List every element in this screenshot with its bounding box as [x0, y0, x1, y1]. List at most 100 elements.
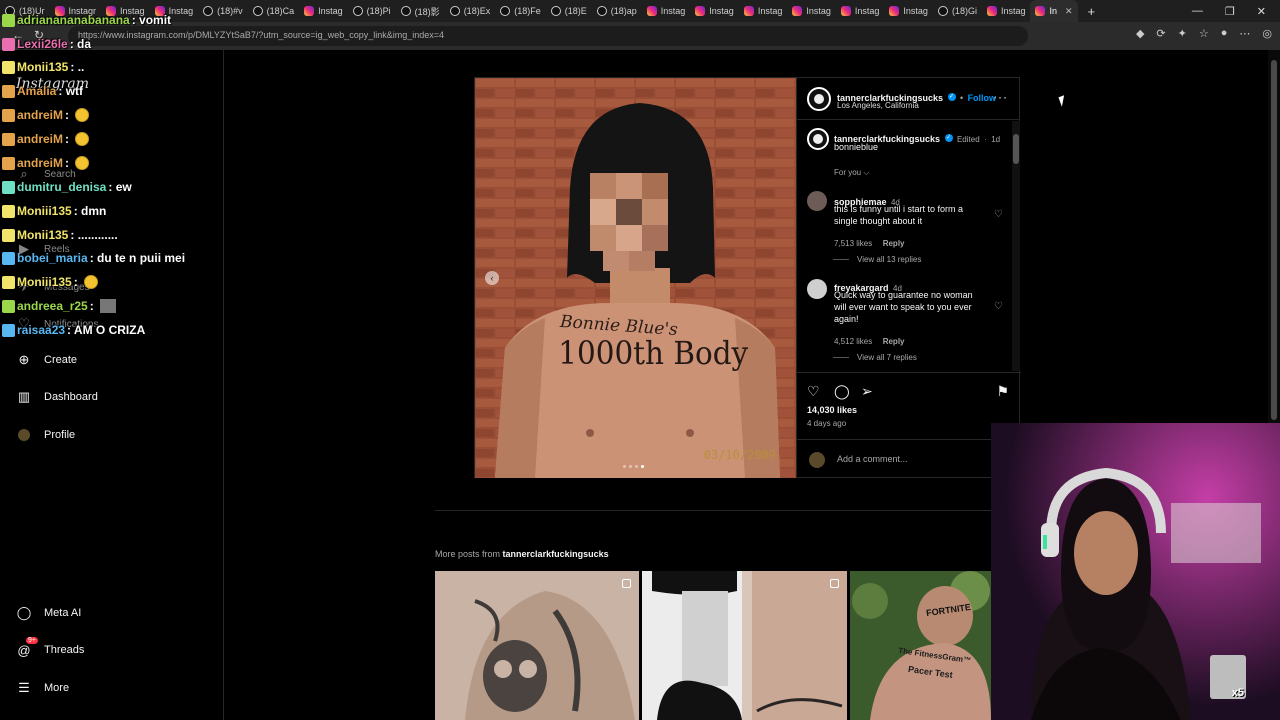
tab-label: (18)#v	[217, 6, 243, 16]
maximize-icon[interactable]: ❐	[1225, 5, 1235, 18]
nav-dashboard[interactable]: ▥ Dashboard	[16, 389, 98, 405]
more-posts-username[interactable]: tannerclarkfuckingsucks	[503, 549, 609, 559]
nav-profile[interactable]: Profile	[16, 427, 75, 443]
new-tab-icon[interactable]: +	[1078, 4, 1106, 19]
chat-username[interactable]: Monii135	[17, 60, 68, 74]
chat-username[interactable]: adrianananabanana	[17, 13, 130, 27]
browser-tab[interactable]: (18)Ex	[445, 0, 496, 22]
browser-tab[interactable]: (18)影	[396, 0, 445, 22]
nav-create[interactable]: ⊕ Create	[16, 352, 77, 368]
post-actions: ♡ ◯ ➢ ⚑ 14,030 likes 4 days ago Add a co…	[797, 372, 1021, 478]
browser-tab[interactable]: Instag	[642, 0, 691, 22]
author-avatar[interactable]	[807, 87, 831, 111]
extension-icon[interactable]: ◆	[1136, 27, 1144, 40]
threads-badge: 9+	[26, 637, 38, 644]
page-scroll-thumb[interactable]	[1271, 60, 1277, 420]
bookmark-icon[interactable]: ⚑	[996, 383, 1009, 400]
sync-icon[interactable]: ⟳	[1156, 27, 1165, 40]
comment-likes[interactable]: 7,513 likes	[834, 239, 872, 248]
profile-icon[interactable]: ●	[1221, 27, 1228, 40]
chat-username[interactable]: dumitru_denisa	[17, 180, 106, 194]
photo-illustration	[475, 78, 796, 478]
more-options-icon[interactable]: ···	[993, 90, 1008, 104]
minimize-icon[interactable]: —	[1192, 5, 1203, 17]
follow-button[interactable]: Follow	[968, 93, 997, 103]
commenter-avatar[interactable]	[807, 191, 827, 211]
more-post-thumbnail[interactable]: FORTNITE The FitnessGram™ Pacer Test	[850, 571, 991, 720]
for-you-dropdown[interactable]: For you ⌵	[834, 168, 869, 178]
puzzle-icon[interactable]: ✦	[1178, 27, 1187, 40]
browser-tab[interactable]: (18)Fe	[495, 0, 546, 22]
more-post-thumbnail[interactable]	[642, 571, 847, 720]
commenter-avatar[interactable]	[807, 279, 827, 299]
chat-username[interactable]: Moniii135	[17, 275, 72, 289]
like-heart-icon[interactable]: ♡	[807, 383, 820, 400]
carousel-indicator-icon	[622, 579, 631, 588]
browser-tab[interactable]: (18)Pi	[348, 0, 396, 22]
url-field[interactable]: https://www.instagram.com/p/DMLYZYtSaB7/…	[68, 26, 1028, 46]
chat-username[interactable]: andreiM	[17, 108, 63, 122]
chat-emote-icon	[99, 299, 116, 313]
reply-button[interactable]: Reply	[883, 239, 905, 248]
browser-tab[interactable]: Instag	[884, 0, 933, 22]
chat-username[interactable]: bobei_maria	[17, 251, 88, 265]
browser-tab[interactable]: Instag	[982, 0, 1031, 22]
browser-tab-active[interactable]: In ✕	[1030, 0, 1078, 22]
chat-username[interactable]: andreea_r25	[17, 299, 88, 313]
caption-avatar[interactable]	[807, 128, 829, 150]
post-location[interactable]: Los Angeles, California	[837, 101, 919, 110]
close-window-icon[interactable]: ✕	[1257, 5, 1266, 18]
comment-like-heart-icon[interactable]: ♡	[994, 301, 1003, 312]
browser-tab[interactable]: Instag	[739, 0, 788, 22]
browser-tab-bar: (18)Ur Instagr Instag Instag (18)#v (18)Ca Ins…	[0, 0, 1280, 22]
chat-message: Moniii135: dmn	[2, 204, 106, 218]
chat-username[interactable]: Lexii26le	[17, 37, 68, 51]
nav-meta-ai[interactable]: ◯ Meta AI	[16, 605, 82, 621]
chat-username[interactable]: Moniii135	[17, 204, 72, 218]
browser-tab[interactable]: Instag	[787, 0, 836, 22]
view-replies-button[interactable]: View all 7 replies	[833, 353, 917, 362]
reply-button[interactable]: Reply	[883, 337, 905, 346]
post-header: tannerclarkfuckingsucks ✓ • Follow Los A…	[797, 78, 1020, 120]
chat-username[interactable]: Amalia	[17, 84, 56, 98]
browser-tab[interactable]: Instag	[836, 0, 885, 22]
instagram-icon	[743, 6, 754, 16]
chat-badge-icon	[2, 228, 15, 242]
nav-more[interactable]: ☰ More	[16, 680, 69, 696]
comments-scroll-thumb[interactable]	[1013, 134, 1019, 164]
nav-threads[interactable]: @9+ Threads	[16, 637, 84, 658]
comment-bubble-icon[interactable]: ◯	[834, 383, 850, 400]
add-comment-input[interactable]: Add a comment...	[837, 454, 908, 464]
browser-tab[interactable]: (18)ap	[592, 0, 642, 22]
chat-username[interactable]: andreiM	[17, 132, 63, 146]
comment-like-heart-icon[interactable]: ♡	[994, 209, 1003, 220]
tiktok-icon	[352, 6, 363, 16]
chat-emote-icon	[75, 132, 90, 146]
tab-label: (18)Ex	[463, 6, 491, 16]
carousel-prev-icon[interactable]: ‹	[485, 271, 499, 285]
copilot-icon[interactable]: ◎	[1262, 27, 1272, 40]
tab-label: (18)Ca	[266, 6, 295, 16]
favorites-icon[interactable]: ☆	[1199, 27, 1209, 40]
view-replies-button[interactable]: View all 13 replies	[833, 255, 921, 264]
browser-tab[interactable]: Instag	[299, 0, 348, 22]
caption-text: bonnieblue	[834, 142, 879, 152]
tab-label: Instag	[318, 6, 343, 16]
post-photo[interactable]: Bonnie Blue's 1000th Body 03/10/2009 ‹	[475, 78, 796, 478]
more-post-thumbnail[interactable]	[435, 571, 639, 720]
like-count[interactable]: 14,030 likes	[807, 405, 857, 415]
tab-label: (18)Gi	[951, 6, 977, 16]
caption-time: 1d	[991, 135, 1001, 144]
chat-username[interactable]: Monii135	[17, 228, 68, 242]
chat-username[interactable]: andreiM	[17, 156, 63, 170]
comment-likes[interactable]: 4,512 likes	[834, 337, 872, 346]
share-icon[interactable]: ➢	[861, 383, 873, 400]
browser-tab[interactable]: (18)E	[546, 0, 592, 22]
close-tab-icon[interactable]: ✕	[1065, 6, 1073, 17]
browser-tab[interactable]: (18)Ca	[248, 0, 300, 22]
chat-username[interactable]: raisaa23	[17, 323, 65, 337]
browser-tab[interactable]: (18)Gi	[933, 0, 982, 22]
browser-tab[interactable]: (18)#v	[198, 0, 248, 22]
settings-menu-icon[interactable]: ⋯	[1239, 27, 1250, 40]
browser-tab[interactable]: Instag	[690, 0, 739, 22]
